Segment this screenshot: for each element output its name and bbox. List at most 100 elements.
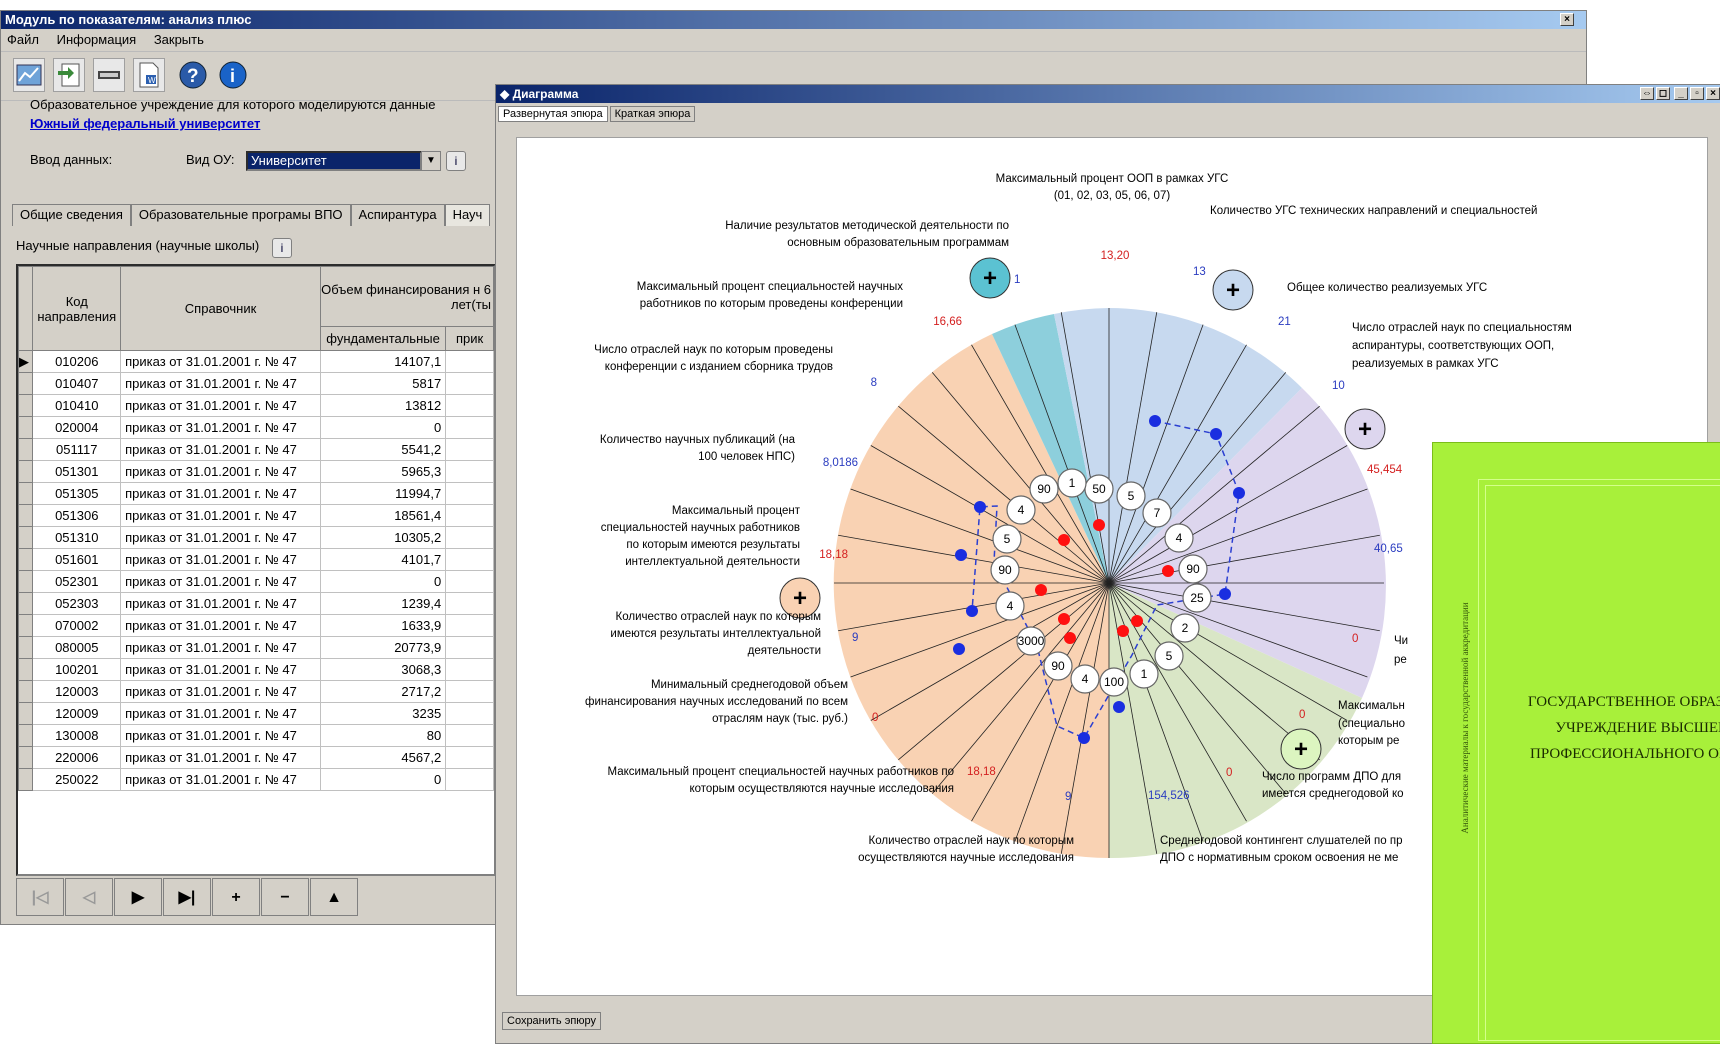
table-row[interactable]: 020004 приказ от 31.01.2001 г. № 47 0	[18, 416, 494, 439]
cell-fund[interactable]: 0	[319, 570, 447, 593]
cell-ref[interactable]: приказ от 31.01.2001 г. № 47	[120, 680, 321, 703]
table-row[interactable]: 051310 приказ от 31.01.2001 г. № 47 10305,…	[18, 526, 494, 549]
cell-code[interactable]: 051117	[32, 438, 122, 461]
cell-code[interactable]: 010206	[32, 350, 122, 373]
cell-fund[interactable]: 2717,2	[319, 680, 447, 703]
cell-fund[interactable]: 0	[319, 768, 447, 791]
cell-code[interactable]: 080005	[32, 636, 122, 659]
delete-record-button[interactable]: −	[261, 878, 309, 916]
table-row[interactable]: 100201 приказ от 31.01.2001 г. № 47 3068,3	[18, 658, 494, 681]
row-indicator[interactable]: ▶	[18, 350, 34, 373]
info-icon[interactable]: i	[272, 238, 292, 258]
table-row[interactable]: 130008 приказ от 31.01.2001 г. № 47 80	[18, 724, 494, 747]
table-row[interactable]: ▶ 010206 приказ от 31.01.2001 г. № 47 14107…	[18, 350, 494, 373]
cell-applied[interactable]	[445, 724, 494, 747]
table-row[interactable]: 120009 приказ от 31.01.2001 г. № 47 3235	[18, 702, 494, 725]
cell-ref[interactable]: приказ от 31.01.2001 г. № 47	[120, 636, 321, 659]
cell-code[interactable]: 010407	[32, 372, 122, 395]
cell-applied[interactable]	[445, 680, 494, 703]
row-indicator[interactable]	[18, 614, 34, 637]
cell-fund[interactable]: 4101,7	[319, 548, 447, 571]
row-indicator[interactable]	[18, 570, 34, 593]
table-row[interactable]: 080005 приказ от 31.01.2001 г. № 47 20773,…	[18, 636, 494, 659]
cell-fund[interactable]: 3235	[319, 702, 447, 725]
cell-code[interactable]: 051310	[32, 526, 122, 549]
cell-code[interactable]: 051601	[32, 548, 122, 571]
minus-icon[interactable]	[93, 58, 125, 92]
tab-science[interactable]: Науч	[444, 204, 491, 226]
cell-code[interactable]: 051305	[32, 482, 122, 505]
minimize-icon[interactable]: _	[1674, 87, 1688, 100]
prev-record-button[interactable]: ◁	[65, 878, 113, 916]
cell-applied[interactable]	[445, 372, 494, 395]
table-row[interactable]: 052301 приказ от 31.01.2001 г. № 47 0	[18, 570, 494, 593]
maximize-icon[interactable]: ◻	[1656, 87, 1670, 100]
word-doc-icon[interactable]: W	[133, 58, 165, 92]
table-row[interactable]: 051601 приказ от 31.01.2001 г. № 47 4101,7	[18, 548, 494, 571]
cell-applied[interactable]	[445, 614, 494, 637]
cell-code[interactable]: 051306	[32, 504, 122, 527]
menu-file[interactable]: Файл	[7, 32, 39, 47]
org-name-link[interactable]: Южный федеральный университет	[30, 116, 260, 131]
info-icon[interactable]: i	[217, 58, 249, 92]
tab-expanded-diagram[interactable]: Развернутая эпюра	[498, 106, 608, 122]
cell-ref[interactable]: приказ от 31.01.2001 г. № 47	[120, 504, 321, 527]
table-row[interactable]: 120003 приказ от 31.01.2001 г. № 47 2717,2	[18, 680, 494, 703]
cell-code[interactable]: 010410	[32, 394, 122, 417]
row-indicator[interactable]	[18, 746, 34, 769]
cell-ref[interactable]: приказ от 31.01.2001 г. № 47	[120, 394, 321, 417]
plus-icon[interactable]: +	[1212, 269, 1254, 311]
cell-code[interactable]: 020004	[32, 416, 122, 439]
row-indicator[interactable]	[18, 438, 34, 461]
cell-applied[interactable]	[445, 394, 494, 417]
table-row[interactable]: 051306 приказ от 31.01.2001 г. № 47 18561,…	[18, 504, 494, 527]
post-record-button[interactable]: ▲	[310, 878, 358, 916]
cell-applied[interactable]	[445, 768, 494, 791]
cell-applied[interactable]	[445, 438, 494, 461]
cell-applied[interactable]	[445, 548, 494, 571]
table-row[interactable]: 052303 приказ от 31.01.2001 г. № 47 1239,4	[18, 592, 494, 615]
save-diagram-button[interactable]: Сохранить эпюру	[502, 1012, 602, 1030]
cell-applied[interactable]	[445, 636, 494, 659]
plus-icon[interactable]: +	[1344, 408, 1386, 450]
cell-ref[interactable]: приказ от 31.01.2001 г. № 47	[120, 570, 321, 593]
cell-applied[interactable]	[445, 504, 494, 527]
cell-ref[interactable]: приказ от 31.01.2001 г. № 47	[120, 768, 321, 791]
plus-icon[interactable]: +	[969, 257, 1011, 299]
row-indicator[interactable]	[18, 592, 34, 615]
cell-ref[interactable]: приказ от 31.01.2001 г. № 47	[120, 482, 321, 505]
window-icon[interactable]: ▫	[1690, 87, 1704, 100]
cell-ref[interactable]: приказ от 31.01.2001 г. № 47	[120, 460, 321, 483]
table-row[interactable]: 070002 приказ от 31.01.2001 г. № 47 1633,9	[18, 614, 494, 637]
col-code-header[interactable]: Код направления	[32, 266, 122, 351]
cell-fund[interactable]: 3068,3	[319, 658, 447, 681]
plus-icon[interactable]: +	[1280, 728, 1322, 770]
row-indicator[interactable]	[18, 548, 34, 571]
row-indicator[interactable]	[18, 372, 34, 395]
cell-fund[interactable]: 1239,4	[319, 592, 447, 615]
cell-code[interactable]: 220006	[32, 746, 122, 769]
cell-code[interactable]: 250022	[32, 768, 122, 791]
cell-applied[interactable]	[445, 746, 494, 769]
row-indicator[interactable]	[18, 482, 34, 505]
info-icon[interactable]: i	[446, 151, 466, 171]
cell-applied[interactable]	[445, 592, 494, 615]
cell-fund[interactable]: 80	[319, 724, 447, 747]
cell-fund[interactable]: 10305,2	[319, 526, 447, 549]
cell-code[interactable]: 120009	[32, 702, 122, 725]
org-type-select[interactable]: Университет	[246, 151, 422, 171]
cell-ref[interactable]: приказ от 31.01.2001 г. № 47	[120, 746, 321, 769]
cell-applied[interactable]	[445, 482, 494, 505]
data-grid[interactable]: Код направления Справочник Объем финанси…	[16, 264, 496, 876]
cell-fund[interactable]: 13812	[319, 394, 447, 417]
col-volume-header[interactable]: Объем финансирования н 6 лет(ты	[319, 266, 494, 327]
cell-applied[interactable]	[445, 570, 494, 593]
cell-code[interactable]: 052301	[32, 570, 122, 593]
cell-ref[interactable]: приказ от 31.01.2001 г. № 47	[120, 526, 321, 549]
cell-code[interactable]: 100201	[32, 658, 122, 681]
cell-ref[interactable]: приказ от 31.01.2001 г. № 47	[120, 438, 321, 461]
table-row[interactable]: 250022 приказ от 31.01.2001 г. № 47 0	[18, 768, 494, 791]
import-icon[interactable]	[53, 58, 85, 92]
row-indicator[interactable]	[18, 702, 34, 725]
cell-fund[interactable]: 18561,4	[319, 504, 447, 527]
